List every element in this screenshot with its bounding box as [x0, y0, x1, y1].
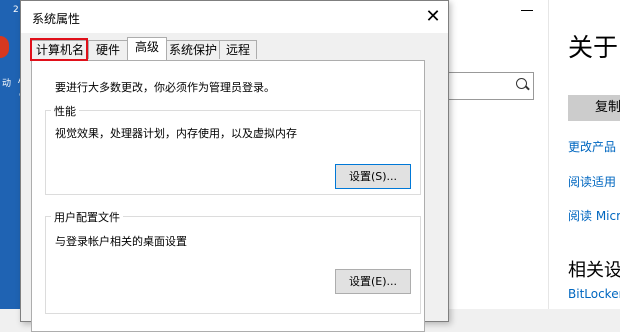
- performance-settings-button[interactable]: 设置(S)...: [335, 164, 411, 189]
- settings-search-input[interactable]: [448, 72, 534, 100]
- desktop-icon-label: 动: [2, 79, 12, 89]
- tab-system-protection[interactable]: 系统保护: [166, 40, 220, 59]
- performance-description: 视觉效果，处理器计划，内存使用，以及虚拟内存: [55, 127, 297, 140]
- close-icon[interactable]: ✕: [419, 3, 447, 31]
- settings-page-title: 关于: [568, 33, 619, 62]
- tab-remote[interactable]: 远程: [219, 40, 257, 59]
- system-properties-dialog: 系统属性 ✕ 计算机名 硬件 高级 系统保护 远程 要进行大多数更改，你必须作为…: [20, 0, 449, 332]
- read-terms-link[interactable]: 阅读适用: [568, 173, 616, 190]
- desktop-app-icon[interactable]: [0, 36, 9, 58]
- dialog-title: 系统属性: [32, 12, 81, 26]
- advanced-tab-panel: 要进行大多数更改，你必须作为管理员登录。 性能 视觉效果，处理器计划，内存使用，…: [31, 60, 425, 332]
- search-icon: [516, 78, 527, 89]
- related-settings-heading: 相关设: [568, 260, 620, 281]
- admin-requirement-note: 要进行大多数更改，你必须作为管理员登录。: [55, 81, 275, 94]
- read-microsoft-link[interactable]: 阅读 Micr: [568, 207, 620, 224]
- user-profiles-group: 用户配置文件 与登录帐户相关的桌面设置 设置(E)...: [45, 209, 421, 314]
- tab-hardware[interactable]: 硬件: [88, 40, 128, 59]
- user-profiles-group-label: 用户配置文件: [51, 209, 123, 225]
- dialog-titlebar[interactable]: 系统属性 ✕: [21, 1, 448, 33]
- copy-button[interactable]: 复制: [568, 95, 620, 121]
- minimize-icon[interactable]: [521, 10, 533, 11]
- performance-group-label: 性能: [51, 103, 79, 119]
- bitlocker-link[interactable]: BitLocker: [568, 287, 620, 301]
- tab-advanced[interactable]: 高级: [127, 37, 167, 60]
- user-profiles-settings-button[interactable]: 设置(E)...: [335, 269, 411, 294]
- user-profiles-description: 与登录帐户相关的桌面设置: [55, 235, 187, 248]
- performance-group: 性能 视觉效果，处理器计划，内存使用，以及虚拟内存 设置(S)...: [45, 103, 421, 195]
- annotation-highlight-box: [30, 38, 88, 61]
- settings-window: 关于 复制 更改产品 阅读适用 阅读 Micr 相关设 BitLocker: [448, 0, 620, 309]
- change-product-key-link[interactable]: 更改产品: [568, 138, 616, 155]
